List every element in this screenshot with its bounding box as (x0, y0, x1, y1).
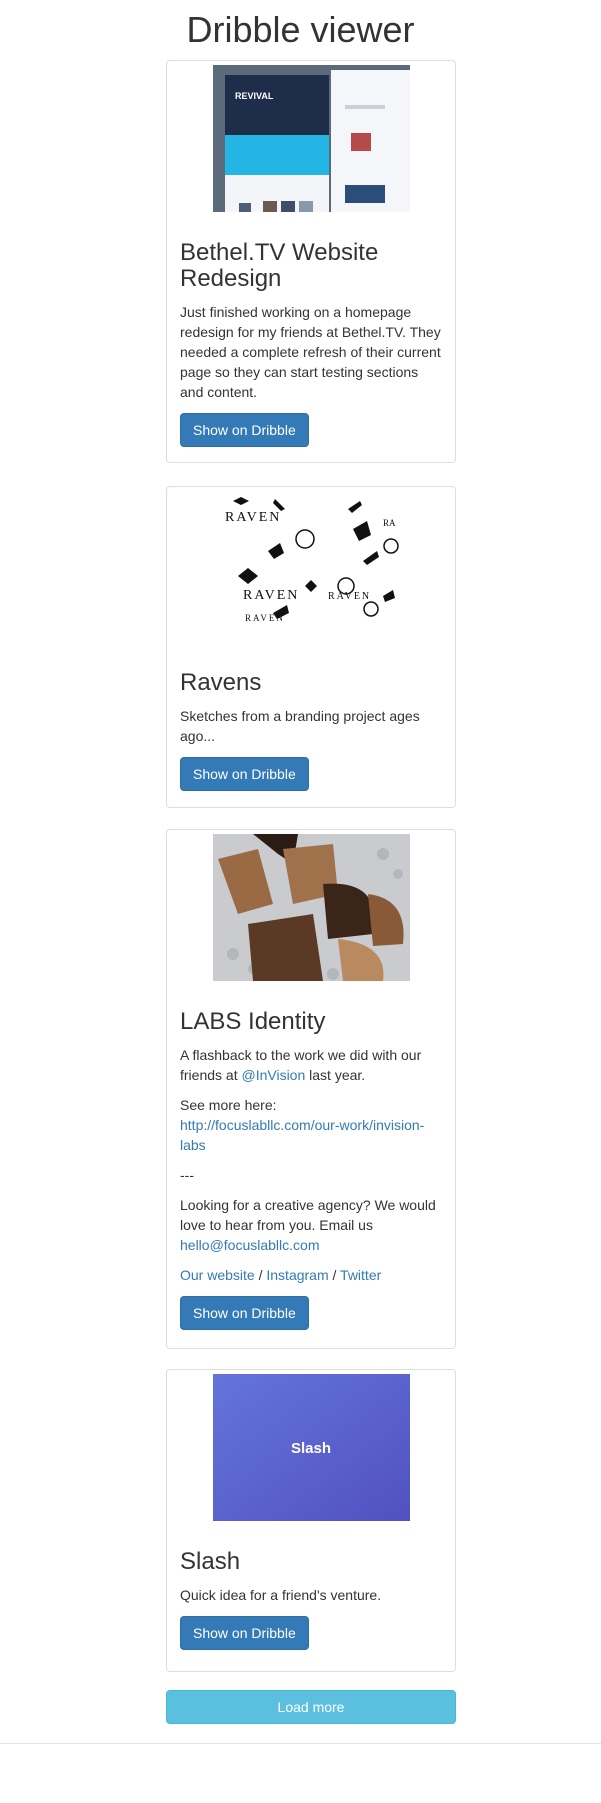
text-segment: Looking for a creative agency? We would … (180, 1197, 436, 1233)
shot-thumbnail[interactable] (212, 834, 410, 981)
social-links: Our website / Instagram / Twitter (180, 1265, 442, 1285)
show-on-dribble-button[interactable]: Show on Dribble (180, 413, 309, 447)
twitter-link[interactable]: Twitter (340, 1267, 381, 1283)
shot-title: Bethel.TV Website Redesign (180, 239, 379, 292)
text-segment: See more here: (180, 1097, 277, 1113)
text-segment: last year. (305, 1067, 366, 1083)
shot-card: Slash Slash Quick idea for a friend's ve… (166, 1369, 456, 1672)
shot-contact: Looking for a creative agency? We would … (180, 1195, 442, 1255)
svg-text:RAVEN: RAVEN (245, 613, 285, 623)
shot-title: LABS Identity (180, 1008, 326, 1035)
thumb-text: Slash (290, 1440, 330, 1457)
shot-title: Slash (180, 1548, 241, 1575)
show-on-dribble-button[interactable]: Show on Dribble (180, 757, 309, 791)
shot-thumbnail[interactable]: RAVEN RAVEN RAVEN RAVEN RA (212, 491, 410, 642)
invision-mention-link[interactable]: @InVision (241, 1067, 305, 1083)
link-separator: / (254, 1267, 267, 1283)
load-more-button[interactable]: Load more (166, 1690, 456, 1724)
shot-card: RAVEN RAVEN RAVEN RAVEN RA Ravens Sketch… (166, 486, 456, 808)
shot-card: LABS Identity A flashback to the work we… (166, 829, 456, 1349)
shot-description: Quick idea for a friend's venture. (180, 1587, 382, 1603)
shot-description: Sketches from a branding project ages ag… (180, 708, 420, 744)
shot-thumbnail[interactable]: REVIVAL (212, 65, 410, 212)
shot-card: REVIVAL Bethel.TV Website Redesign Just … (166, 60, 456, 463)
instagram-link[interactable]: Instagram (266, 1267, 328, 1283)
shot-description: A flashback to the work we did with our … (180, 1045, 442, 1085)
email-link[interactable]: hello@focuslabllc.com (180, 1237, 320, 1253)
invision-labs-link[interactable]: http://focuslabllc.com/our-work/invision… (180, 1117, 424, 1153)
svg-text:RA: RA (383, 518, 396, 528)
svg-text:RAVEN: RAVEN (243, 588, 299, 603)
link-separator: / (328, 1267, 341, 1283)
show-on-dribble-button[interactable]: Show on Dribble (180, 1616, 309, 1650)
show-on-dribble-button[interactable]: Show on Dribble (180, 1296, 309, 1330)
page-title: Dribble viewer (186, 9, 415, 50)
shot-thumbnail[interactable]: Slash (212, 1374, 410, 1521)
thumb-text: REVIVAL (235, 91, 274, 101)
shot-description: Just finished working on a homepage rede… (180, 304, 441, 400)
thumb-text: RAVEN (225, 510, 281, 525)
shot-see-more: See more here: http://focuslabllc.com/our… (180, 1095, 442, 1155)
separator-text: --- (180, 1167, 194, 1183)
shot-title: Ravens (180, 669, 262, 696)
footer-divider (0, 1743, 601, 1744)
svg-text:RAVEN: RAVEN (328, 591, 371, 602)
our-website-link[interactable]: Our website (180, 1267, 255, 1283)
